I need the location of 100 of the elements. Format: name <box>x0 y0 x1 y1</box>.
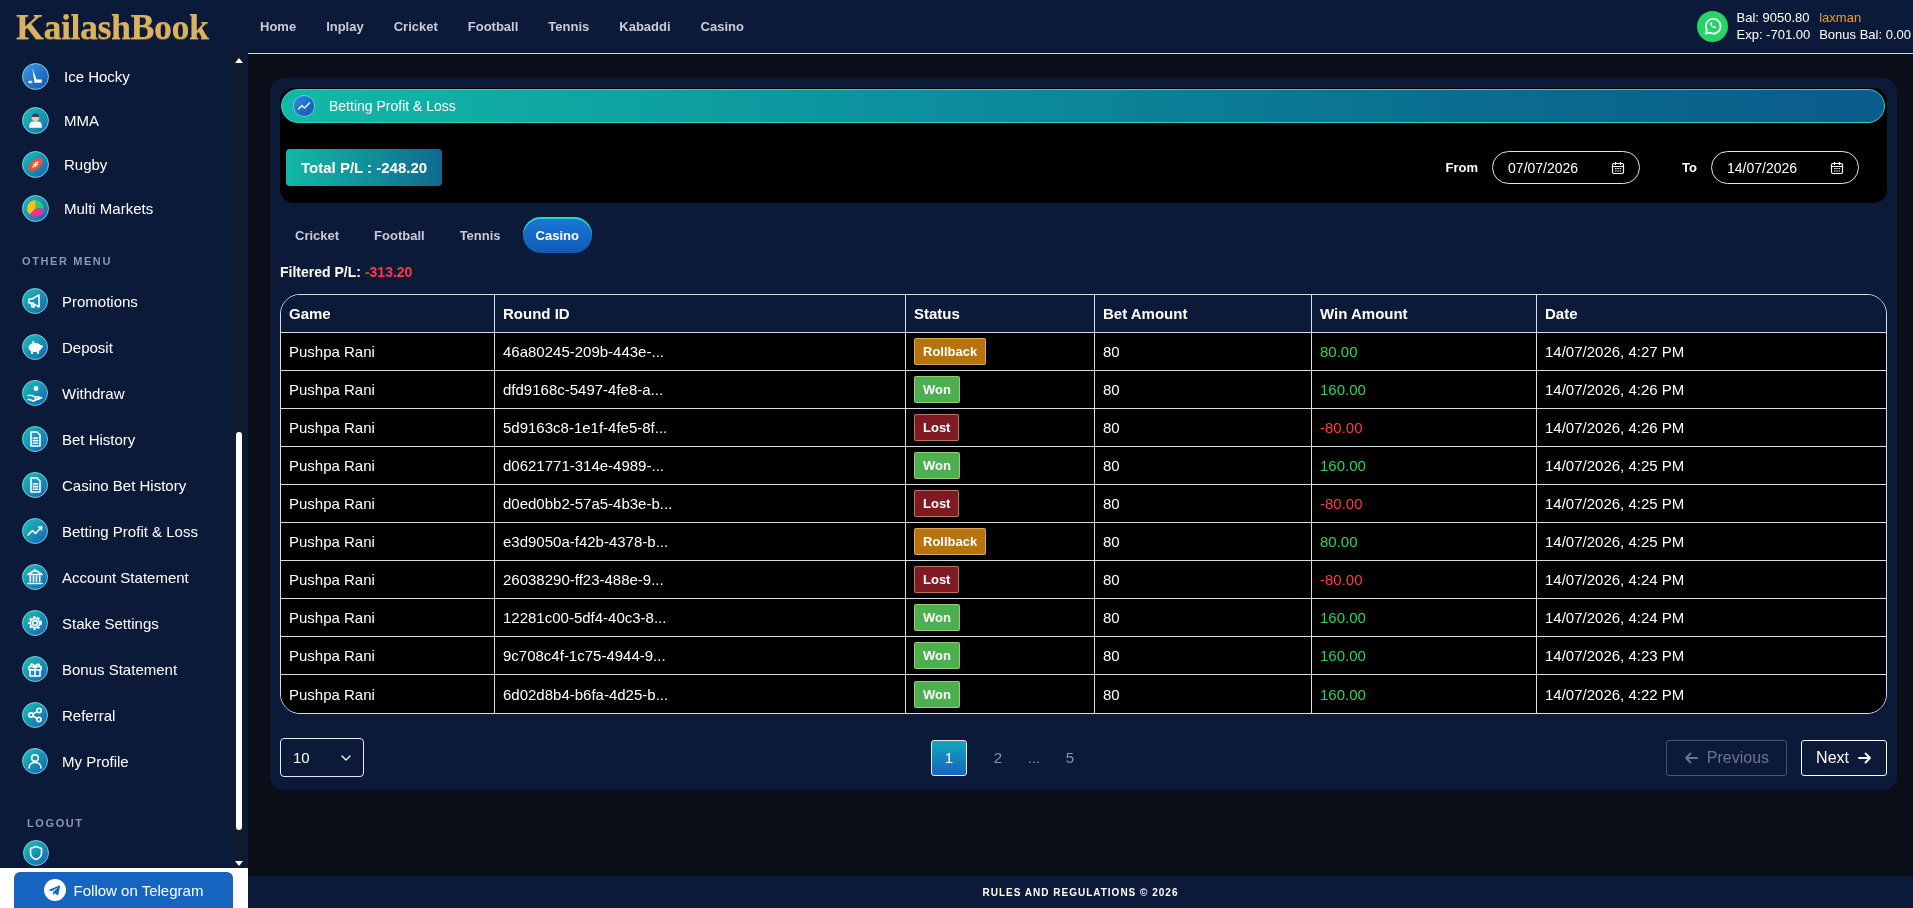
page-button[interactable]: 1 <box>931 739 967 776</box>
pie-chart-icon <box>22 194 49 222</box>
nav-link[interactable]: Home <box>260 19 297 34</box>
sidebar-item[interactable]: My Profile <box>0 738 232 784</box>
table-cell: 80 <box>1095 599 1312 637</box>
calendar-icon <box>1830 160 1844 175</box>
sidebar-item[interactable]: Promotions <box>0 278 232 324</box>
table-cell: e3d9050a-f42b-4378-b... <box>495 523 906 561</box>
column-header: Round ID <box>495 295 906 333</box>
from-label: From <box>1445 160 1479 175</box>
exposure-text: Exp: -701.00 <box>1736 28 1811 42</box>
table-cell: -80.00 <box>1312 561 1537 599</box>
sidebar-item[interactable]: Bonus Statement <box>0 646 232 692</box>
total-pl-badge: Total P/L : -248.20 <box>286 149 443 186</box>
table-cell: -80.00 <box>1312 485 1537 523</box>
sport-tab[interactable]: Football <box>361 217 438 253</box>
table-cell: 160.00 <box>1312 371 1537 409</box>
table-cell: Pushpa Rani <box>281 447 495 485</box>
table-cell: 14/07/2026, 4:26 PM <box>1537 409 1886 447</box>
sport-tab[interactable]: Tennis <box>446 217 514 253</box>
sidebar-item[interactable]: Stake Settings <box>0 600 232 646</box>
nav-link[interactable]: Cricket <box>393 19 438 34</box>
sidebar-item[interactable]: Bet History <box>0 416 232 462</box>
footer-text[interactable]: RULES AND REGULATIONS © 2026 <box>982 886 1179 898</box>
shield-icon <box>23 840 49 866</box>
table-cell: 160.00 <box>1312 447 1537 485</box>
table-cell: 80 <box>1095 523 1312 561</box>
sidebar-item[interactable]: Account Statement <box>0 554 232 600</box>
table-cell: 14/07/2026, 4:25 PM <box>1537 485 1886 523</box>
scrollbar-thumb[interactable] <box>236 432 242 830</box>
table-cell: 14/07/2026, 4:22 PM <box>1537 675 1886 713</box>
status-badge: Rollback <box>914 528 987 555</box>
table-cell: 160.00 <box>1312 675 1537 713</box>
table-cell: 6d02d8b4-b6fa-4d25-b... <box>495 675 906 713</box>
gear-icon <box>22 610 48 636</box>
sport-tab[interactable]: Cricket <box>282 217 353 253</box>
table-cell: Pushpa Rani <box>281 561 495 599</box>
table-cell: 80 <box>1095 409 1312 447</box>
nav-link[interactable]: Football <box>467 19 519 34</box>
sidebar-item[interactable]: Withdraw <box>0 370 232 416</box>
table-cell: 26038290-ff23-488e-9... <box>495 561 906 599</box>
share-icon <box>22 702 48 728</box>
page-button[interactable]: 5 <box>1052 739 1088 776</box>
page-button[interactable]: 2 <box>980 739 1016 776</box>
sidebar-item[interactable]: Deposit <box>0 324 232 370</box>
table-cell: 80.00 <box>1312 523 1537 561</box>
nav-link[interactable]: Casino <box>700 19 744 34</box>
table-cell: Pushpa Rani <box>281 637 495 675</box>
table-cell: Pushpa Rani <box>281 599 495 637</box>
username-link[interactable]: laxman <box>1819 11 1911 25</box>
table-cell: 14/07/2026, 4:24 PM <box>1537 561 1886 599</box>
table-cell: 14/07/2026, 4:26 PM <box>1537 371 1886 409</box>
nav-link[interactable]: Kabaddi <box>619 19 671 34</box>
status-badge: Lost <box>914 566 960 593</box>
sidebar-item[interactable]: Casino Bet History <box>0 462 232 508</box>
column-header: Status <box>906 295 1095 333</box>
column-header: Game <box>281 295 495 333</box>
status-badge: Rollback <box>914 338 987 365</box>
sidebar-item[interactable]: Ice Hocky <box>0 54 232 98</box>
sidebar-item[interactable]: MMA <box>0 98 232 142</box>
section-heading: OTHER MENU <box>21 254 113 269</box>
figure-icon <box>22 106 49 134</box>
table-cell: 80 <box>1095 371 1312 409</box>
page-size-select[interactable]: 10 <box>280 738 364 777</box>
next-button[interactable]: Next <box>1801 739 1887 776</box>
nav-link[interactable]: Inplay <box>326 19 364 34</box>
table-cell: 12281c00-5df4-40c3-8... <box>495 599 906 637</box>
column-header: Win Amount <box>1312 295 1537 333</box>
table-cell: Pushpa Rani <box>281 675 495 713</box>
hand-coin-icon <box>22 380 48 406</box>
chevron-down-icon <box>341 754 351 761</box>
logo[interactable]: KailashBook <box>16 7 209 47</box>
sport-tab[interactable]: Casino <box>522 217 592 253</box>
status-badge: Won <box>914 680 960 708</box>
sidebar-item[interactable]: Betting Profit & Loss <box>0 508 232 554</box>
nav-link[interactable]: Tennis <box>548 19 590 34</box>
section-heading: LOGOUT <box>26 816 85 831</box>
hockey-stick-icon <box>22 62 49 90</box>
table-cell: Pushpa Rani <box>281 485 495 523</box>
status-badge: Won <box>914 642 960 669</box>
table-cell: 5d9163c8-1e1f-4fe5-8f... <box>495 409 906 447</box>
megaphone-icon <box>22 288 48 314</box>
sidebar-item[interactable]: Rugby <box>0 142 232 186</box>
table-cell: 80 <box>1095 485 1312 523</box>
sidebar-item[interactable]: Referral <box>0 692 232 738</box>
table-cell: 80 <box>1095 447 1312 485</box>
filtered-pl-label: Filtered P/L: <box>280 264 361 280</box>
arrow-right-icon <box>1858 751 1872 764</box>
table-cell: 80.00 <box>1312 333 1537 371</box>
table-cell: 160.00 <box>1312 599 1537 637</box>
to-label: To <box>1682 160 1697 175</box>
status-badge: Won <box>914 376 960 403</box>
table-cell: d0ed0bb2-57a5-4b3e-b... <box>495 485 906 523</box>
table-cell: 14/07/2026, 4:23 PM <box>1537 637 1886 675</box>
follow-button[interactable]: Follow on Telegram <box>14 872 233 908</box>
scroll-up-arrow-icon[interactable] <box>235 58 243 63</box>
filtered-pl-value: -313.20 <box>364 264 413 280</box>
calendar-icon <box>1611 160 1626 175</box>
sidebar-item[interactable]: Multi Markets <box>0 186 232 230</box>
table-cell: Pushpa Rani <box>281 371 495 409</box>
